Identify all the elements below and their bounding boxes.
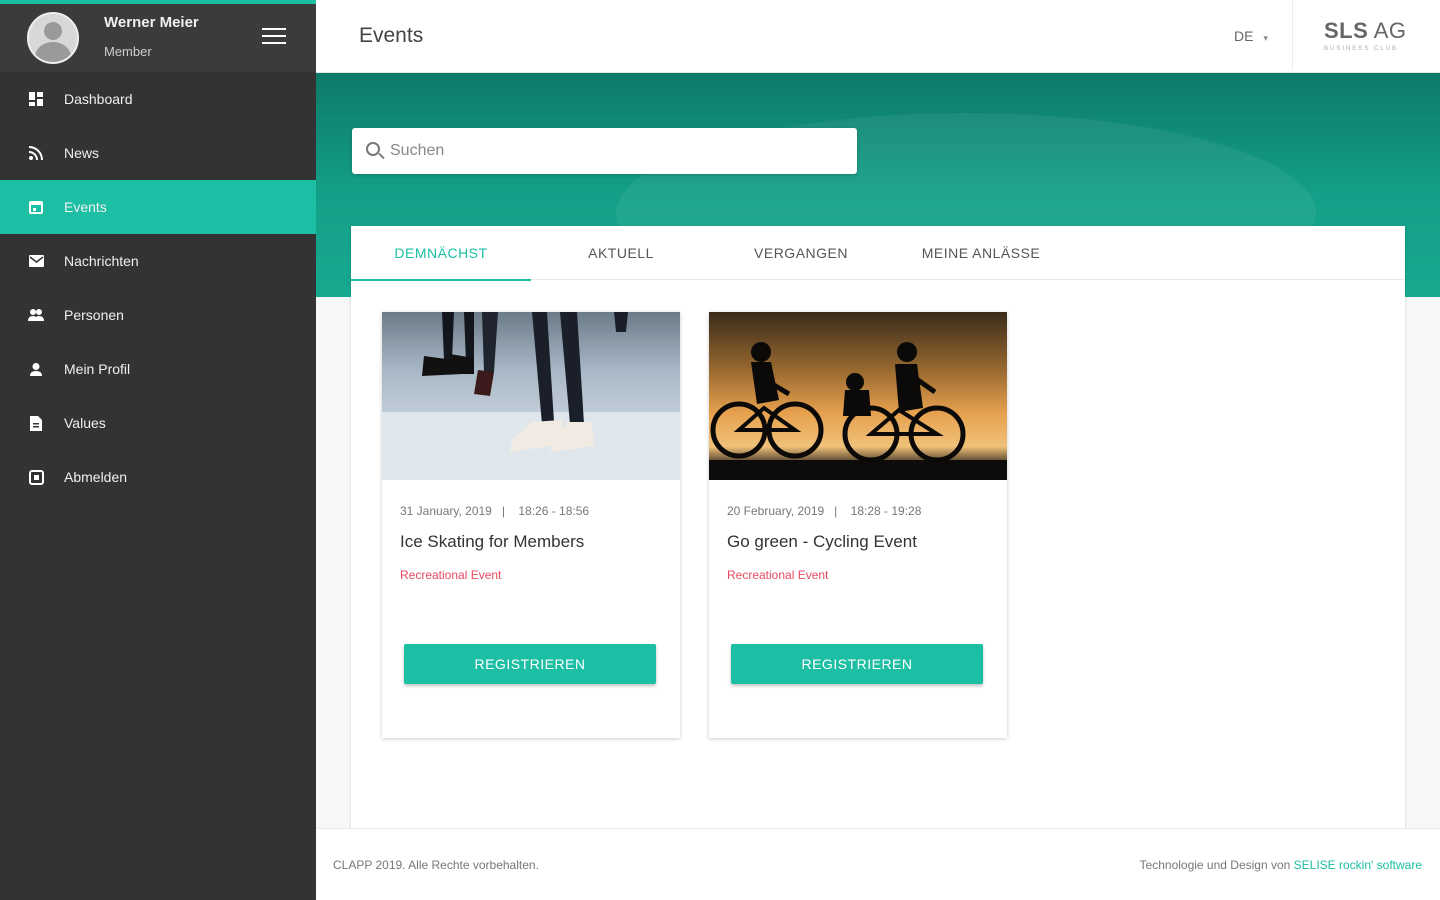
rss-icon <box>28 145 44 161</box>
event-datetime: 20 February, 2019 | 18:28 - 19:28 <box>727 504 921 518</box>
brand-logo-light: AG <box>1368 18 1407 43</box>
tab-vergangen[interactable]: VERGANGEN <box>711 226 891 280</box>
event-time: 18:28 - 19:28 <box>850 504 922 518</box>
sidebar-item-label: News <box>64 145 100 161</box>
event-image-ice-skating <box>382 312 680 480</box>
events-panel: DEMNÄCHST AKTUELL VERGANGEN MEINE ANLÄSS… <box>351 226 1405 830</box>
user-role: Member <box>104 44 152 59</box>
search-input[interactable] <box>390 128 850 174</box>
person-icon <box>28 361 44 377</box>
brand-logo: SLS AG BUSINESS CLUB <box>1324 18 1406 52</box>
datetime-separator: | <box>495 504 515 518</box>
mail-icon <box>28 253 44 269</box>
language-selector[interactable]: DE ▾ <box>1234 28 1268 44</box>
sidebar-item-values[interactable]: Values <box>0 396 316 450</box>
brand-logo-bold: SLS <box>1324 18 1369 43</box>
sidebar-item-label: Events <box>64 199 107 215</box>
sidebar-nav: Dashboard News Events Nachrichten Person… <box>0 72 316 504</box>
event-image-cycling <box>709 312 1007 480</box>
avatar-head-icon <box>44 22 62 40</box>
tab-aktuell[interactable]: AKTUELL <box>531 226 711 280</box>
chevron-down-icon: ▾ <box>1263 33 1268 43</box>
event-time: 18:26 - 18:56 <box>518 504 590 518</box>
user-name: Werner Meier <box>104 14 199 31</box>
dashboard-icon <box>28 91 44 107</box>
event-title[interactable]: Go green - Cycling Event <box>727 532 917 552</box>
tab-meine-anlaesse[interactable]: MEINE ANLÄSSE <box>891 226 1071 280</box>
footer: CLAPP 2019. Alle Rechte vorbehalten. Tec… <box>316 828 1440 900</box>
document-icon <box>28 415 44 431</box>
hamburger-menu-icon[interactable] <box>262 28 286 48</box>
event-card[interactable]: 31 January, 2019 | 18:26 - 18:56 Ice Ska… <box>382 312 680 738</box>
sidebar-item-events[interactable]: Events <box>0 180 316 234</box>
avatar-body-icon <box>35 42 71 62</box>
page-title: Events <box>359 24 424 47</box>
sidebar-item-label: Personen <box>64 307 124 323</box>
footer-credit-text: Technologie und Design von <box>1139 858 1294 872</box>
event-datetime: 31 January, 2019 | 18:26 - 18:56 <box>400 504 589 518</box>
event-tabs: DEMNÄCHST AKTUELL VERGANGEN MEINE ANLÄSS… <box>351 226 1405 281</box>
event-date: 20 February, 2019 <box>727 504 825 518</box>
sidebar: Werner Meier Member Dashboard News Event… <box>0 0 316 900</box>
sidebar-item-nachrichten[interactable]: Nachrichten <box>0 234 316 288</box>
top-header: Events DE ▾ SLS AG BUSINESS CLUB <box>316 0 1440 73</box>
people-icon <box>28 307 44 323</box>
logout-icon <box>28 469 44 485</box>
event-title[interactable]: Ice Skating for Members <box>400 532 584 552</box>
brand-logo-sub: BUSINESS CLUB <box>1324 46 1399 52</box>
tab-demnaechst[interactable]: DEMNÄCHST <box>351 226 531 281</box>
register-button[interactable]: REGISTRIEREN <box>731 644 983 684</box>
footer-credit-link[interactable]: SELISE rockin' software <box>1294 858 1422 872</box>
avatar[interactable] <box>27 12 79 64</box>
search-icon <box>366 142 380 156</box>
sidebar-item-label: Dashboard <box>64 91 133 107</box>
event-date: 31 January, 2019 <box>400 504 492 518</box>
sidebar-item-abmelden[interactable]: Abmelden <box>0 450 316 504</box>
event-card[interactable]: 20 February, 2019 | 18:28 - 19:28 Go gre… <box>709 312 1007 738</box>
sidebar-item-dashboard[interactable]: Dashboard <box>0 72 316 126</box>
calendar-icon <box>28 199 44 215</box>
search-box <box>352 128 857 174</box>
language-label: DE <box>1234 28 1254 44</box>
sidebar-item-news[interactable]: News <box>0 126 316 180</box>
datetime-separator: | <box>827 504 848 518</box>
sidebar-item-label: Values <box>64 415 106 431</box>
header-divider <box>1292 0 1293 70</box>
sidebar-item-personen[interactable]: Personen <box>0 288 316 342</box>
event-category: Recreational Event <box>727 568 829 582</box>
sidebar-item-label: Nachrichten <box>64 253 139 269</box>
event-category: Recreational Event <box>400 568 502 582</box>
sidebar-item-mein-profil[interactable]: Mein Profil <box>0 342 316 396</box>
footer-copyright: CLAPP 2019. Alle Rechte vorbehalten. <box>333 858 539 872</box>
sidebar-item-label: Abmelden <box>64 469 128 485</box>
register-button[interactable]: REGISTRIEREN <box>404 644 656 684</box>
footer-credit: Technologie und Design von SELISE rockin… <box>1140 858 1422 872</box>
user-profile: Werner Meier Member <box>0 4 316 72</box>
sidebar-item-label: Mein Profil <box>64 361 131 377</box>
